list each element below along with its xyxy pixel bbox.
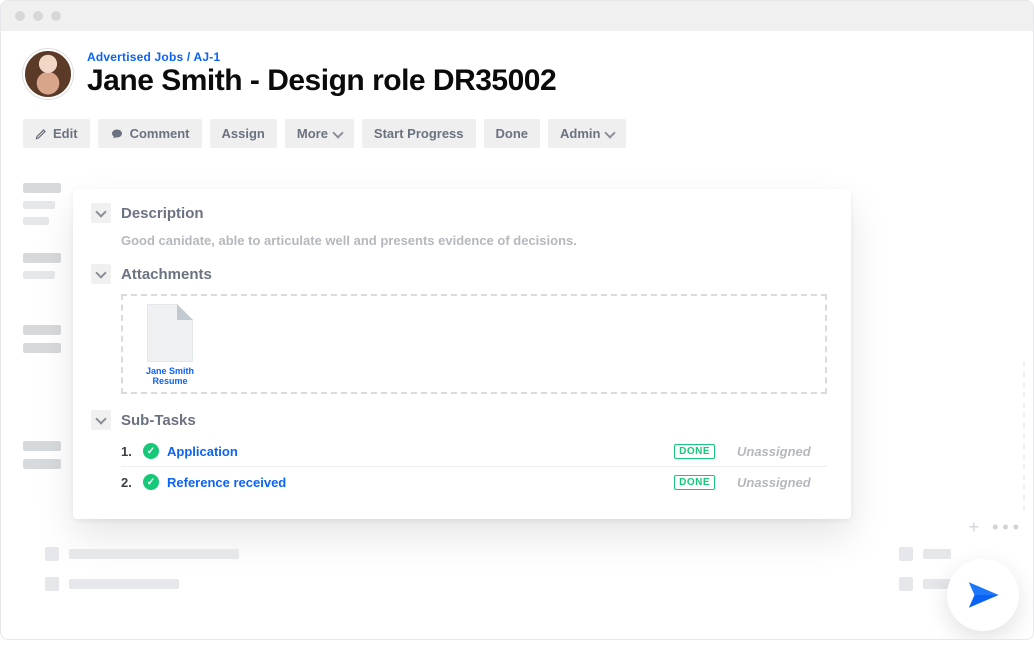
start-label: Start Progress [374, 126, 464, 141]
more-label: More [297, 126, 328, 141]
chevron-down-icon [332, 127, 343, 138]
status-badge: DONE [674, 475, 715, 490]
page-header: Advertised Jobs / AJ-1 Jane Smith - Desi… [23, 49, 1011, 99]
assign-label: Assign [222, 126, 265, 141]
issue-detail-card: Description Good canidate, able to artic… [73, 189, 851, 519]
attachments-heading: Attachments [121, 266, 212, 283]
document-icon [147, 304, 193, 362]
start-progress-button[interactable]: Start Progress [362, 119, 476, 148]
subtasks-section: Sub-Tasks 1. ✓ Application DONE Unassign… [91, 410, 827, 497]
page-content: Advertised Jobs / AJ-1 Jane Smith - Desi… [1, 31, 1033, 148]
window-control-max[interactable] [51, 11, 61, 21]
attachment-file[interactable]: Jane Smith Resume [133, 304, 207, 386]
chevron-down-icon [95, 267, 106, 278]
description-section: Description Good canidate, able to artic… [91, 203, 827, 248]
check-circle-icon: ✓ [143, 443, 159, 459]
subtask-link[interactable]: Reference received [167, 475, 666, 490]
more-button[interactable]: More [285, 119, 354, 148]
admin-button[interactable]: Admin [548, 119, 626, 148]
comment-label: Comment [130, 126, 190, 141]
brand-fab[interactable] [947, 559, 1019, 631]
subtasks-heading: Sub-Tasks [121, 412, 196, 429]
attachments-dropzone[interactable]: Jane Smith Resume [121, 294, 827, 394]
subtask-number: 2. [121, 475, 135, 490]
subtask-row[interactable]: 1. ✓ Application DONE Unassigned [121, 436, 827, 467]
done-label: Done [496, 126, 529, 141]
chevron-down-icon [605, 127, 616, 138]
breadcrumb[interactable]: Advertised Jobs / AJ-1 [87, 50, 556, 64]
window-control-close[interactable] [15, 11, 25, 21]
subtask-assignee: Unassigned [737, 444, 827, 459]
comment-icon [110, 128, 124, 140]
edit-button[interactable]: Edit [23, 119, 90, 148]
status-badge: DONE [674, 444, 715, 459]
action-toolbar: Edit Comment Assign More Start Progress … [23, 119, 1011, 148]
attachments-section: Attachments Jane Smith Resume [91, 264, 827, 394]
page-title: Jane Smith - Design role DR35002 [87, 64, 556, 98]
chevron-down-icon [95, 413, 106, 424]
chevron-down-icon [95, 206, 106, 217]
section-toggle-subtasks[interactable] [91, 410, 111, 430]
edit-label: Edit [53, 126, 78, 141]
dropzone-background [855, 361, 1025, 511]
attachment-filename: Jane Smith Resume [133, 366, 207, 386]
assign-button[interactable]: Assign [210, 119, 277, 148]
sidebar-placeholder [23, 183, 61, 487]
pencil-icon [35, 128, 47, 140]
section-toggle-attachments[interactable] [91, 264, 111, 284]
list-placeholder-right [899, 547, 951, 591]
candidate-avatar[interactable] [23, 49, 73, 99]
description-heading: Description [121, 205, 204, 222]
comment-button[interactable]: Comment [98, 119, 202, 148]
subtask-row[interactable]: 2. ✓ Reference received DONE Unassigned [121, 467, 827, 497]
app-window: Advertised Jobs / AJ-1 Jane Smith - Desi… [0, 0, 1034, 640]
section-toggle-description[interactable] [91, 203, 111, 223]
subtask-link[interactable]: Application [167, 444, 666, 459]
paper-plane-icon [966, 578, 1000, 612]
subtask-assignee: Unassigned [737, 475, 827, 490]
subtask-number: 1. [121, 444, 135, 459]
description-text: Good canidate, able to articulate well a… [121, 233, 827, 248]
done-button[interactable]: Done [484, 119, 541, 148]
window-control-min[interactable] [33, 11, 43, 21]
admin-label: Admin [560, 126, 600, 141]
list-placeholder [45, 547, 913, 591]
window-titlebar [1, 1, 1033, 31]
check-circle-icon: ✓ [143, 474, 159, 490]
